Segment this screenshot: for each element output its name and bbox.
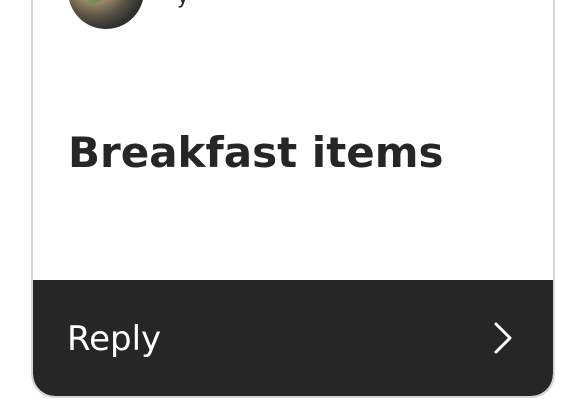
avatar[interactable] (68, 0, 144, 29)
reply-button[interactable]: Reply (33, 280, 553, 396)
screen: y Breakfast items Reply (0, 0, 575, 419)
post-card: y Breakfast items Reply (31, 0, 555, 398)
reply-label: Reply (67, 319, 162, 359)
avatar-image-detail (81, 0, 117, 6)
author-name-partial: y (177, 0, 191, 6)
chevron-right-icon (494, 322, 512, 354)
post-title: Breakfast items (68, 128, 444, 177)
